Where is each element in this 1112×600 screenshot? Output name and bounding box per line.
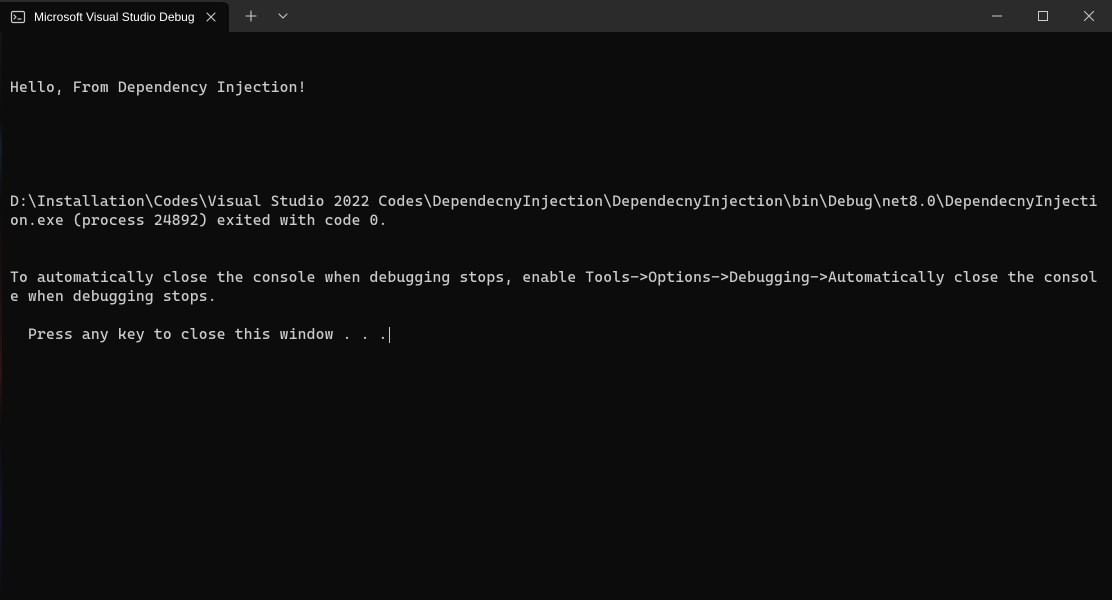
tab-close-button[interactable] — [203, 9, 219, 25]
tab-actions — [229, 0, 305, 32]
output-line: Press any key to close this window . . . — [28, 325, 388, 343]
minimize-button[interactable] — [974, 0, 1020, 32]
maximize-button[interactable] — [1020, 0, 1066, 32]
tab-area: Microsoft Visual Studio Debug — [0, 0, 974, 32]
titlebar: Microsoft Visual Studio Debug — [0, 0, 1112, 32]
output-blank-line — [10, 135, 1102, 154]
cursor — [389, 327, 390, 343]
close-button[interactable] — [1066, 0, 1112, 32]
output-line: D:\Installation\Codes\Visual Studio 2022… — [10, 192, 1102, 230]
window-controls — [974, 0, 1112, 32]
tab-title: Microsoft Visual Studio Debug — [34, 10, 195, 24]
terminal-icon — [10, 9, 26, 25]
output-line: Hello, From Dependency Injection! — [10, 78, 1102, 97]
left-edge-decoration — [0, 32, 2, 600]
terminal-output[interactable]: Hello, From Dependency Injection! D:\Ins… — [0, 32, 1112, 352]
output-line: To automatically close the console when … — [10, 268, 1102, 306]
active-tab[interactable]: Microsoft Visual Studio Debug — [0, 2, 229, 32]
tab-dropdown-button[interactable] — [269, 2, 297, 30]
new-tab-button[interactable] — [237, 2, 265, 30]
